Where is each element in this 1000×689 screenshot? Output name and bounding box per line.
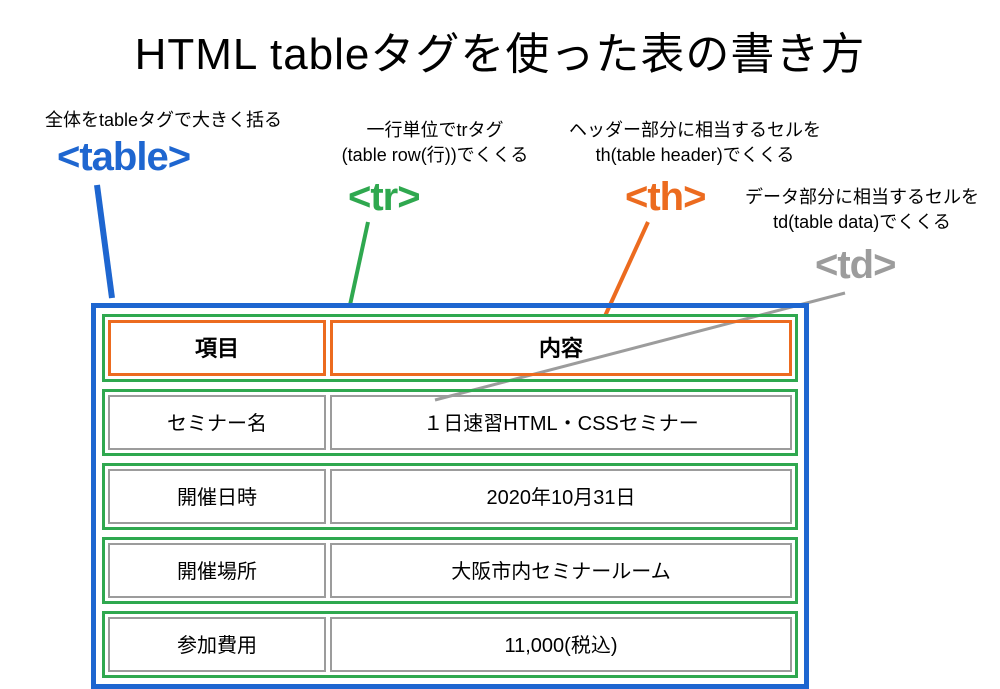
th-col1: 項目 [108, 320, 326, 376]
table-row: 開催場所 大阪市内セミナールーム [102, 537, 798, 604]
th-col2: 内容 [330, 320, 792, 376]
td-col2: 2020年10月31日 [330, 469, 792, 524]
tag-tr: <tr> [348, 175, 420, 220]
td-col2: １日速習HTML・CSSセミナー [330, 395, 792, 450]
annot-table: 全体をtableタグで大きく括る [45, 108, 282, 133]
annot-td-line2: td(table data)でくくる [773, 212, 951, 232]
table-row: 開催日時 2020年10月31日 [102, 463, 798, 530]
tag-th: <th> [625, 175, 705, 220]
tag-table: <table> [57, 135, 190, 180]
td-col1: 開催日時 [108, 469, 326, 524]
table-header-row: 項目 内容 [102, 314, 798, 382]
annot-tr-line1: 一行単位でtrタグ [367, 120, 504, 140]
annot-td-line1: データ部分に相当するセルを [745, 187, 979, 207]
td-col2: 11,000(税込) [330, 617, 792, 672]
annot-th-line1: ヘッダー部分に相当するセルを [569, 120, 821, 140]
td-col2: 大阪市内セミナールーム [330, 543, 792, 598]
table-container: 項目 内容 セミナー名 １日速習HTML・CSSセミナー 開催日時 2020年1… [91, 303, 809, 689]
td-col1: 参加費用 [108, 617, 326, 672]
td-col1: 開催場所 [108, 543, 326, 598]
tag-td: <td> [815, 243, 895, 288]
annot-th-line2: th(table header)でくくる [596, 145, 795, 165]
td-col1: セミナー名 [108, 395, 326, 450]
page-title: HTML tableタグを使った表の書き方 [0, 0, 1000, 82]
table-row: セミナー名 １日速習HTML・CSSセミナー [102, 389, 798, 456]
annot-tr-line2: (table row(行))でくくる [342, 145, 529, 165]
table-row: 参加費用 11,000(税込) [102, 611, 798, 678]
